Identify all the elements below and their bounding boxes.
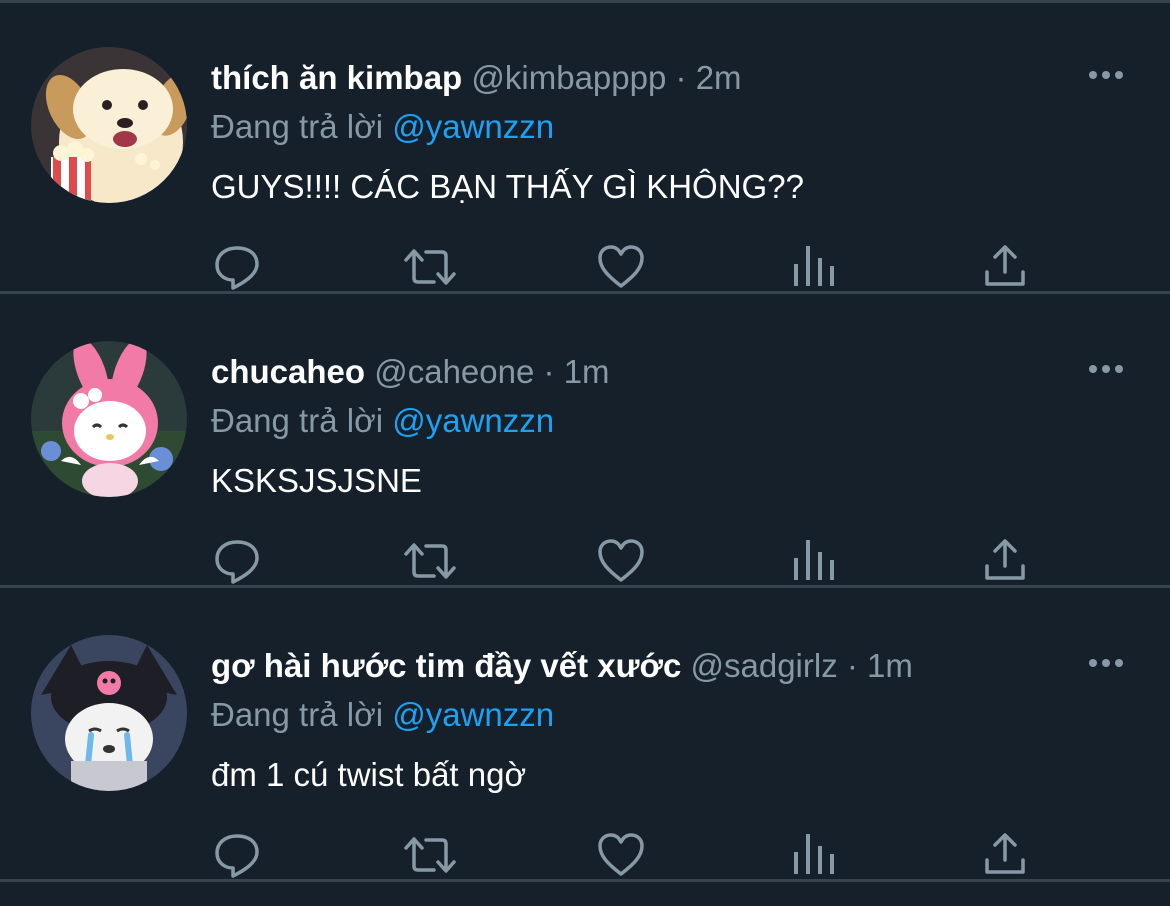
like-icon[interactable] [596,536,646,586]
retweet-icon[interactable] [402,242,456,292]
share-icon[interactable] [982,242,1032,292]
replying-to-label: Đang trả lời [211,108,384,145]
analytics-icon[interactable] [792,536,842,586]
timestamp[interactable]: 1m [564,353,610,390]
replying-to-line: Đang trả lời @yawnzzn [211,400,554,442]
reply-icon[interactable] [212,830,262,880]
replying-to-line: Đang trả lời @yawnzzn [211,106,554,148]
like-icon[interactable] [596,242,646,292]
tweet-text: đm 1 cú twist bất ngờ [211,756,527,793]
retweet-icon[interactable] [402,536,456,586]
separator-dot: · [846,647,858,684]
like-icon[interactable] [596,830,646,880]
user-handle[interactable]: @sadgirlz [690,647,837,684]
my-melody-avatar [31,341,187,497]
user-handle[interactable]: @caheone [374,353,534,390]
replying-to-label: Đang trả lời [211,696,384,733]
avatar[interactable] [31,341,187,497]
tweet-header: gơ hài hước tim đầy vết xước @sadgirlz ·… [211,644,913,688]
avatar[interactable] [31,635,187,791]
display-name[interactable]: chucaheo [211,353,365,390]
replying-to-handle[interactable]: @yawnzzn [392,402,554,439]
tweet-text: KSKSJSJSNE [211,462,422,499]
tweet-header: chucaheo @caheone · 1m [211,350,610,394]
dog-with-popcorn-avatar [31,47,187,203]
timeline: thích ăn kimbap @kimbapppp · 2m Đang trả… [0,0,1170,906]
separator-dot: · [543,353,555,390]
replying-to-handle[interactable]: @yawnzzn [392,108,554,145]
replying-to-line: Đang trả lời @yawnzzn [211,694,554,736]
kuromi-crying-avatar [31,635,187,791]
timestamp[interactable]: 2m [696,59,742,96]
analytics-icon[interactable] [792,830,842,880]
retweet-icon[interactable] [402,830,456,880]
share-icon[interactable] [982,830,1032,880]
display-name[interactable]: thích ăn kimbap [211,59,462,96]
share-icon[interactable] [982,536,1032,586]
timestamp[interactable]: 1m [867,647,913,684]
tweet-header: thích ăn kimbap @kimbapppp · 2m [211,56,742,100]
tweet[interactable]: thích ăn kimbap @kimbapppp · 2m Đang trả… [0,0,1170,294]
more-options-icon[interactable] [1084,62,1128,88]
reply-icon[interactable] [212,536,262,586]
tweet[interactable]: chucaheo @caheone · 1m Đang trả lời @yaw… [0,294,1170,588]
user-handle[interactable]: @kimbapppp [471,59,666,96]
replying-to-label: Đang trả lời [211,402,384,439]
more-options-icon[interactable] [1084,356,1128,382]
tweet-text: GUYS!!!! CÁC BẠN THẤY GÌ KHÔNG?? [211,168,804,205]
analytics-icon[interactable] [792,242,842,292]
display-name[interactable]: gơ hài hước tim đầy vết xước [211,647,681,684]
replying-to-handle[interactable]: @yawnzzn [392,696,554,733]
reply-icon[interactable] [212,242,262,292]
tweet-divider [0,879,1170,882]
avatar[interactable] [31,47,187,203]
tweet[interactable]: gơ hài hước tim đầy vết xước @sadgirlz ·… [0,588,1170,882]
separator-dot: · [675,59,687,96]
more-options-icon[interactable] [1084,650,1128,676]
